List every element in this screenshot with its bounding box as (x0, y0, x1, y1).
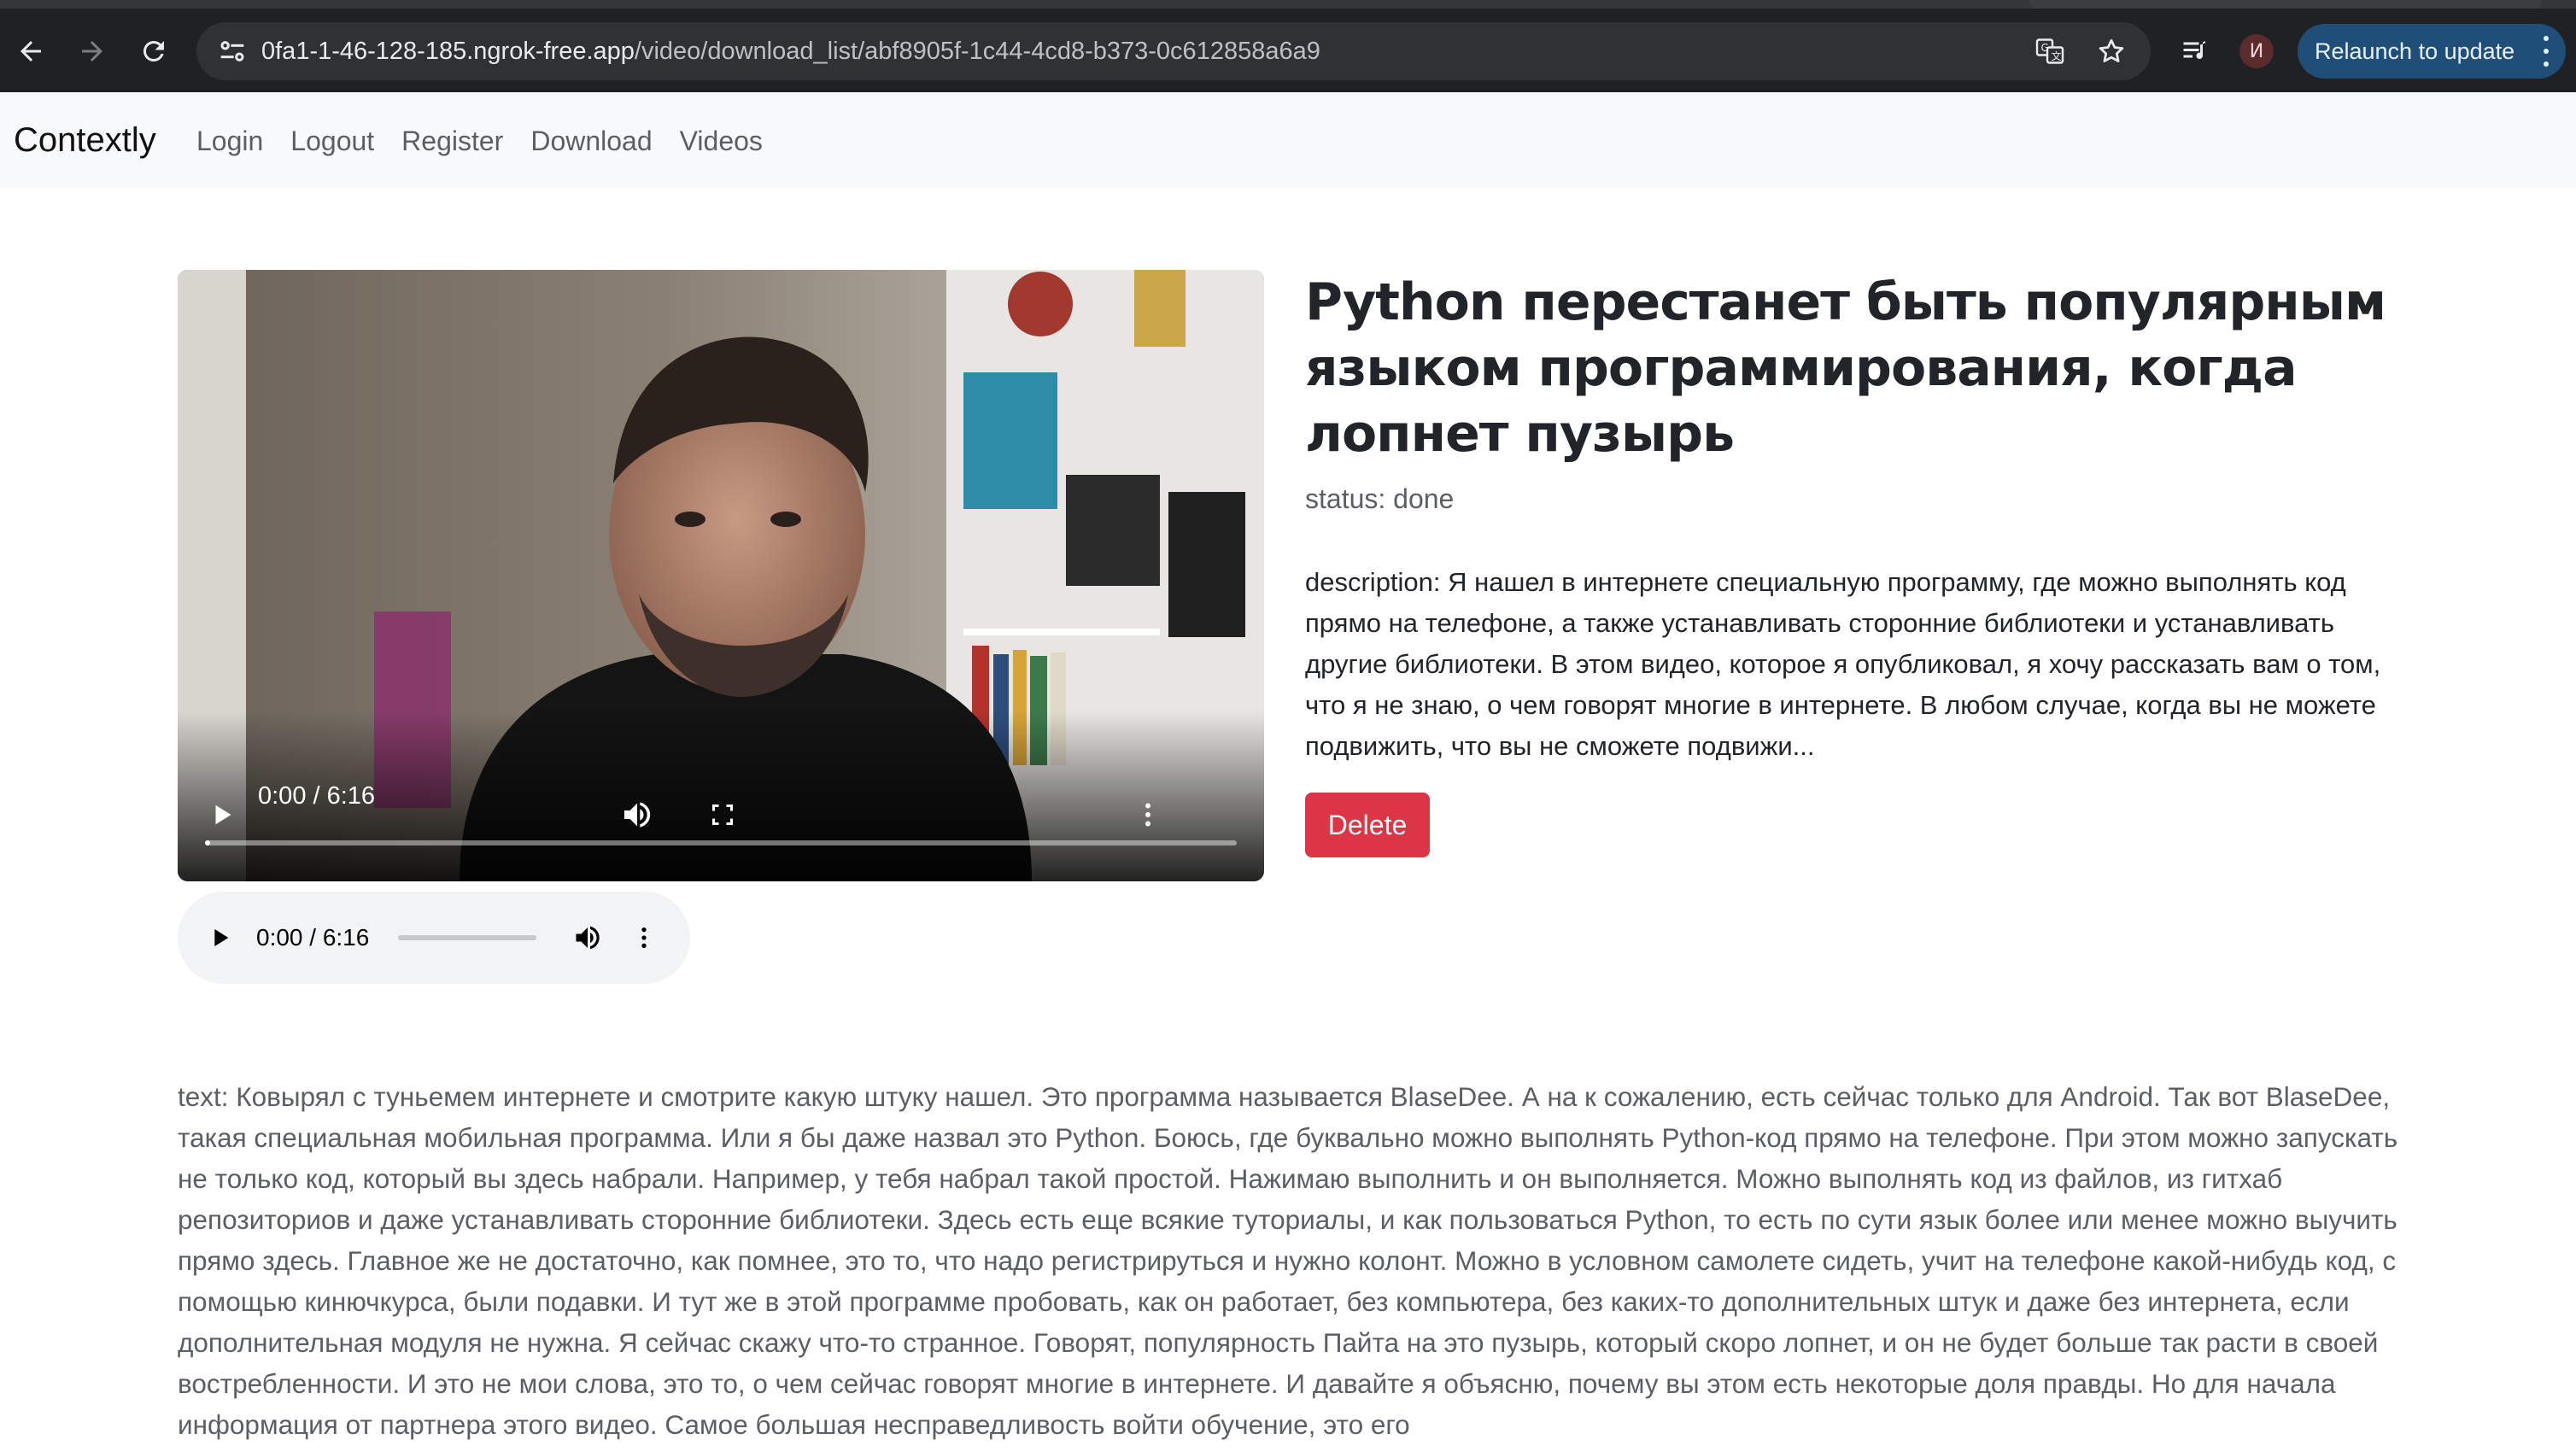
delete-button[interactable]: Delete (1305, 793, 1430, 857)
description-text: description: Я нашел в интернете специал… (1305, 567, 2381, 761)
audio-progress-bar[interactable] (398, 935, 536, 940)
video-player[interactable]: 0:00 / 6:16 (178, 270, 1264, 881)
nav-links: Login Logout Register Download Videos (196, 123, 763, 159)
browser-toolbar: 0fa1-1-46-128-185.ngrok-free.app/video/d… (0, 0, 2576, 92)
forward-button[interactable] (72, 31, 113, 72)
url-path: /video/download_list/abf8905f-1c44-4cd8-… (634, 38, 1320, 65)
url-text[interactable]: 0fa1-1-46-128-185.ngrok-free.app/video/d… (261, 36, 1320, 67)
audio-player[interactable]: 0:00 / 6:16 (178, 892, 690, 984)
fullscreen-icon[interactable] (707, 799, 738, 830)
kebab-menu-icon[interactable] (2542, 36, 2550, 67)
video-progress-fill (205, 840, 211, 845)
arrow-right-icon (82, 41, 102, 61)
nav-link-logout[interactable]: Logout (290, 123, 374, 159)
transcript-text: text: Ковырял с туньемем интернете и смо… (178, 1081, 2398, 1440)
translate-icon: G 文 (2035, 38, 2064, 64)
video-time-display: 0:00 / 6:16 (258, 782, 376, 810)
star-icon (2099, 38, 2124, 62)
more-options-icon[interactable] (1133, 799, 1163, 830)
site-settings-icon[interactable] (215, 34, 249, 68)
nav-link-register[interactable]: Register (401, 123, 503, 159)
tab-strip (0, 0, 2576, 9)
relaunch-button[interactable]: Relaunch to update (2298, 24, 2566, 79)
back-button[interactable] (10, 31, 51, 72)
nav-link-download[interactable]: Download (530, 123, 652, 159)
play-icon[interactable] (207, 799, 237, 830)
audio-time-display: 0:00 / 6:16 (256, 924, 370, 951)
volume-icon[interactable] (572, 922, 603, 953)
nav-link-videos[interactable]: Videos (680, 123, 763, 159)
playlist-music-icon (2183, 41, 2205, 59)
more-options-icon[interactable] (630, 924, 658, 951)
svg-text:文: 文 (2052, 50, 2062, 62)
bookmark-button[interactable] (2094, 34, 2128, 68)
video-title: Python перестанет быть популярным языком… (1305, 272, 2386, 464)
arrow-left-icon (20, 41, 41, 61)
play-icon[interactable] (207, 924, 234, 951)
address-bar[interactable]: 0fa1-1-46-128-185.ngrok-free.app/video/d… (196, 22, 2151, 80)
active-tab-edge[interactable] (2029, 0, 2542, 9)
video-progress-bar[interactable] (205, 840, 1237, 845)
translate-button[interactable]: G 文 (2033, 34, 2067, 68)
reload-button[interactable] (133, 31, 174, 72)
nav-link-login[interactable]: Login (196, 123, 263, 159)
media-controls-button[interactable] (2176, 32, 2214, 70)
volume-icon[interactable] (620, 798, 654, 832)
url-host: 0fa1-1-46-128-185.ngrok-free.app (261, 38, 635, 65)
profile-avatar[interactable]: И (2239, 34, 2274, 68)
reload-icon (143, 40, 164, 61)
site-navbar: Contextly Login Logout Register Download… (0, 92, 2576, 188)
brand-logo[interactable]: Contextly (14, 120, 156, 161)
status-text: status: done (1305, 483, 1455, 514)
relaunch-label: Relaunch to update (2315, 38, 2515, 64)
